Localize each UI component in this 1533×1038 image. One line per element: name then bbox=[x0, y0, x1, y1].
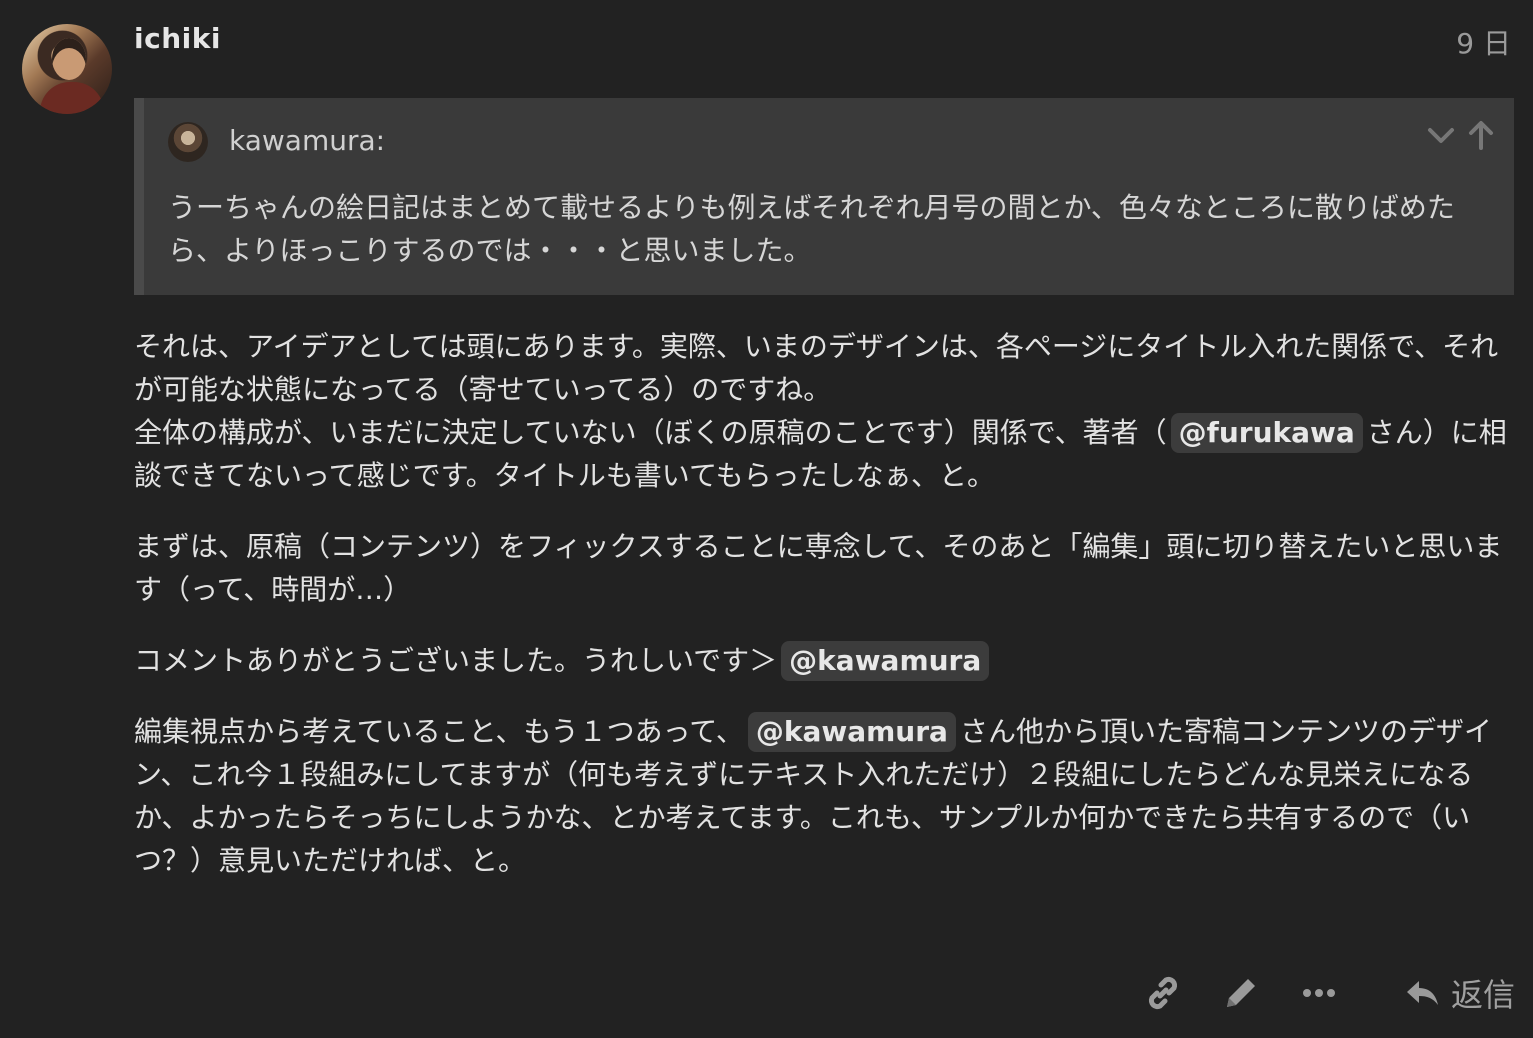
mention-furukawa[interactable]: @furukawa bbox=[1170, 413, 1363, 453]
quote-avatar bbox=[168, 122, 208, 162]
link-icon[interactable] bbox=[1143, 968, 1183, 1018]
mention-kawamura[interactable]: @kawamura bbox=[781, 641, 990, 681]
paragraph-3: コメントありがとうございました。うれしいです＞ @kawamura bbox=[134, 639, 1519, 682]
paragraph-2: まずは、原稿（コンテンツ）をフィックスすることに専念して、そのあと「編集」頭に切… bbox=[134, 530, 1503, 606]
pencil-icon[interactable] bbox=[1221, 968, 1261, 1018]
avatar-head bbox=[52, 38, 86, 80]
quote-text: うーちゃんの絵日記はまとめて載せるよりも例えばそれぞれ月号の間とか、色々なところ… bbox=[168, 191, 1455, 267]
chevron-down-icon[interactable] bbox=[1426, 118, 1456, 152]
quote-block: kawamura: うーちゃんの絵日記はまとめて載せるよりも例えばそれぞれ月号の… bbox=[134, 98, 1514, 295]
reply-icon bbox=[1406, 981, 1438, 1005]
avatar-shirt bbox=[40, 82, 104, 114]
user-avatar[interactable] bbox=[22, 24, 112, 114]
quote-controls bbox=[1426, 118, 1496, 152]
paragraph-4-before: 編集視点から考えていること、もう１つあって、 bbox=[134, 715, 744, 748]
paragraph-1: それは、アイデアとしては頭にあります。実際、いまのデザインは、各ページにタイトル… bbox=[134, 325, 1519, 497]
arrow-up-icon[interactable] bbox=[1466, 118, 1496, 152]
reply-label: 返信 bbox=[1450, 976, 1515, 1014]
post-body: それは、アイデアとしては頭にあります。実際、いまのデザインは、各ページにタイトル… bbox=[134, 325, 1519, 910]
post-username[interactable]: ichiki bbox=[134, 22, 221, 55]
mention-kawamura[interactable]: @kawamura bbox=[747, 712, 956, 752]
post-date[interactable]: 9 日 bbox=[1456, 22, 1511, 62]
paragraph-1b-before: 全体の構成が、いまだに決定していない（ぼくの原稿のことです）関係で、著者（ bbox=[134, 416, 1167, 449]
quote-username: kawamura: bbox=[229, 124, 386, 157]
post-actions: 返信 bbox=[1143, 968, 1515, 1018]
paragraph-3-text: コメントありがとうございました。うれしいです＞ bbox=[134, 644, 778, 677]
paragraph-1a: それは、アイデアとしては頭にあります。実際、いまのデザインは、各ページにタイトル… bbox=[134, 330, 1499, 406]
reply-button[interactable]: 返信 bbox=[1405, 968, 1515, 1018]
more-icon[interactable] bbox=[1299, 968, 1339, 1018]
paragraph-4: 編集視点から考えていること、もう１つあって、 @kawamura さん他から頂いた寄… bbox=[134, 710, 1519, 882]
post: ichiki 9 日 kawamura: うーちゃんの絵日記はまとめて載せるより… bbox=[0, 0, 1533, 1038]
